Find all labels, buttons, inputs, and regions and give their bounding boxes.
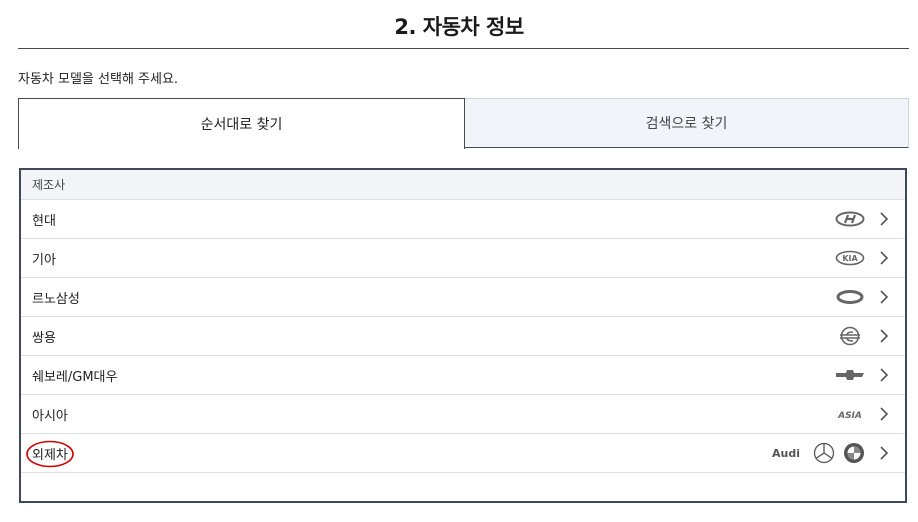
asia-logo-icon: ASIA xyxy=(837,411,862,421)
manufacturer-row-hyundai[interactable]: 현대 xyxy=(21,200,905,239)
manufacturer-panel: 제조사 현대 기아 KIA 르노삼성 쌍용 쉐보레/GM대우 아시아 ASIA … xyxy=(19,168,907,503)
manufacturer-row-renault-samsung[interactable]: 르노삼성 xyxy=(21,278,905,317)
manufacturer-row-imported[interactable]: 외제차 Audi xyxy=(21,434,905,473)
chevrolet-logo-icon xyxy=(836,370,864,380)
manufacturer-row-ssangyong[interactable]: 쌍용 xyxy=(21,317,905,356)
chevron-right-icon xyxy=(880,407,889,421)
mercedes-logo-icon xyxy=(813,442,835,464)
hyundai-logo-icon xyxy=(835,211,865,227)
manufacturer-row-kia[interactable]: 기아 KIA xyxy=(21,239,905,278)
manufacturer-label: 기아 xyxy=(32,252,56,268)
search-mode-tabs: 순서대로 찾기 검색으로 찾기 xyxy=(18,98,909,149)
audi-logo-text: Audi xyxy=(772,447,800,460)
tab-sequential-label: 순서대로 찾기 xyxy=(200,117,283,133)
chevron-right-icon xyxy=(880,251,889,265)
asia-logo-text: ASIA xyxy=(837,411,862,421)
renault-samsung-logo-icon xyxy=(836,290,864,304)
section-title: 2. 자동차 정보 xyxy=(394,15,524,39)
manufacturer-row-asia[interactable]: 아시아 ASIA xyxy=(21,395,905,434)
chevron-right-icon xyxy=(880,329,889,343)
manufacturer-label: 아시아 xyxy=(32,408,68,424)
kia-logo-icon: KIA xyxy=(835,250,865,266)
chevron-right-icon xyxy=(880,368,889,382)
manufacturer-header: 제조사 xyxy=(21,170,905,200)
manufacturer-label: 외제차 xyxy=(32,447,68,463)
manufacturer-label: 쌍용 xyxy=(32,330,56,346)
manufacturer-label: 르노삼성 xyxy=(32,291,80,307)
ssangyong-logo-icon xyxy=(840,326,860,346)
audi-logo-icon: Audi xyxy=(772,447,800,460)
tab-sequential[interactable]: 순서대로 찾기 xyxy=(18,98,465,149)
title-divider xyxy=(18,48,909,49)
chevron-right-icon xyxy=(880,446,889,460)
bmw-logo-icon xyxy=(844,443,864,463)
red-circle-annotation xyxy=(26,440,74,468)
instruction-text: 자동차 모델을 선택해 주세요. xyxy=(18,72,179,87)
tab-search[interactable]: 검색으로 찾기 xyxy=(465,98,909,148)
manufacturer-label: 현대 xyxy=(32,213,56,229)
manufacturer-label: 쉐보레/GM대우 xyxy=(32,369,118,385)
chevron-right-icon xyxy=(880,212,889,226)
chevron-right-icon xyxy=(880,290,889,304)
kia-logo-text: KIA xyxy=(842,254,858,263)
manufacturer-row-chevrolet[interactable]: 쉐보레/GM대우 xyxy=(21,356,905,395)
tab-search-label: 검색으로 찾기 xyxy=(645,116,728,132)
